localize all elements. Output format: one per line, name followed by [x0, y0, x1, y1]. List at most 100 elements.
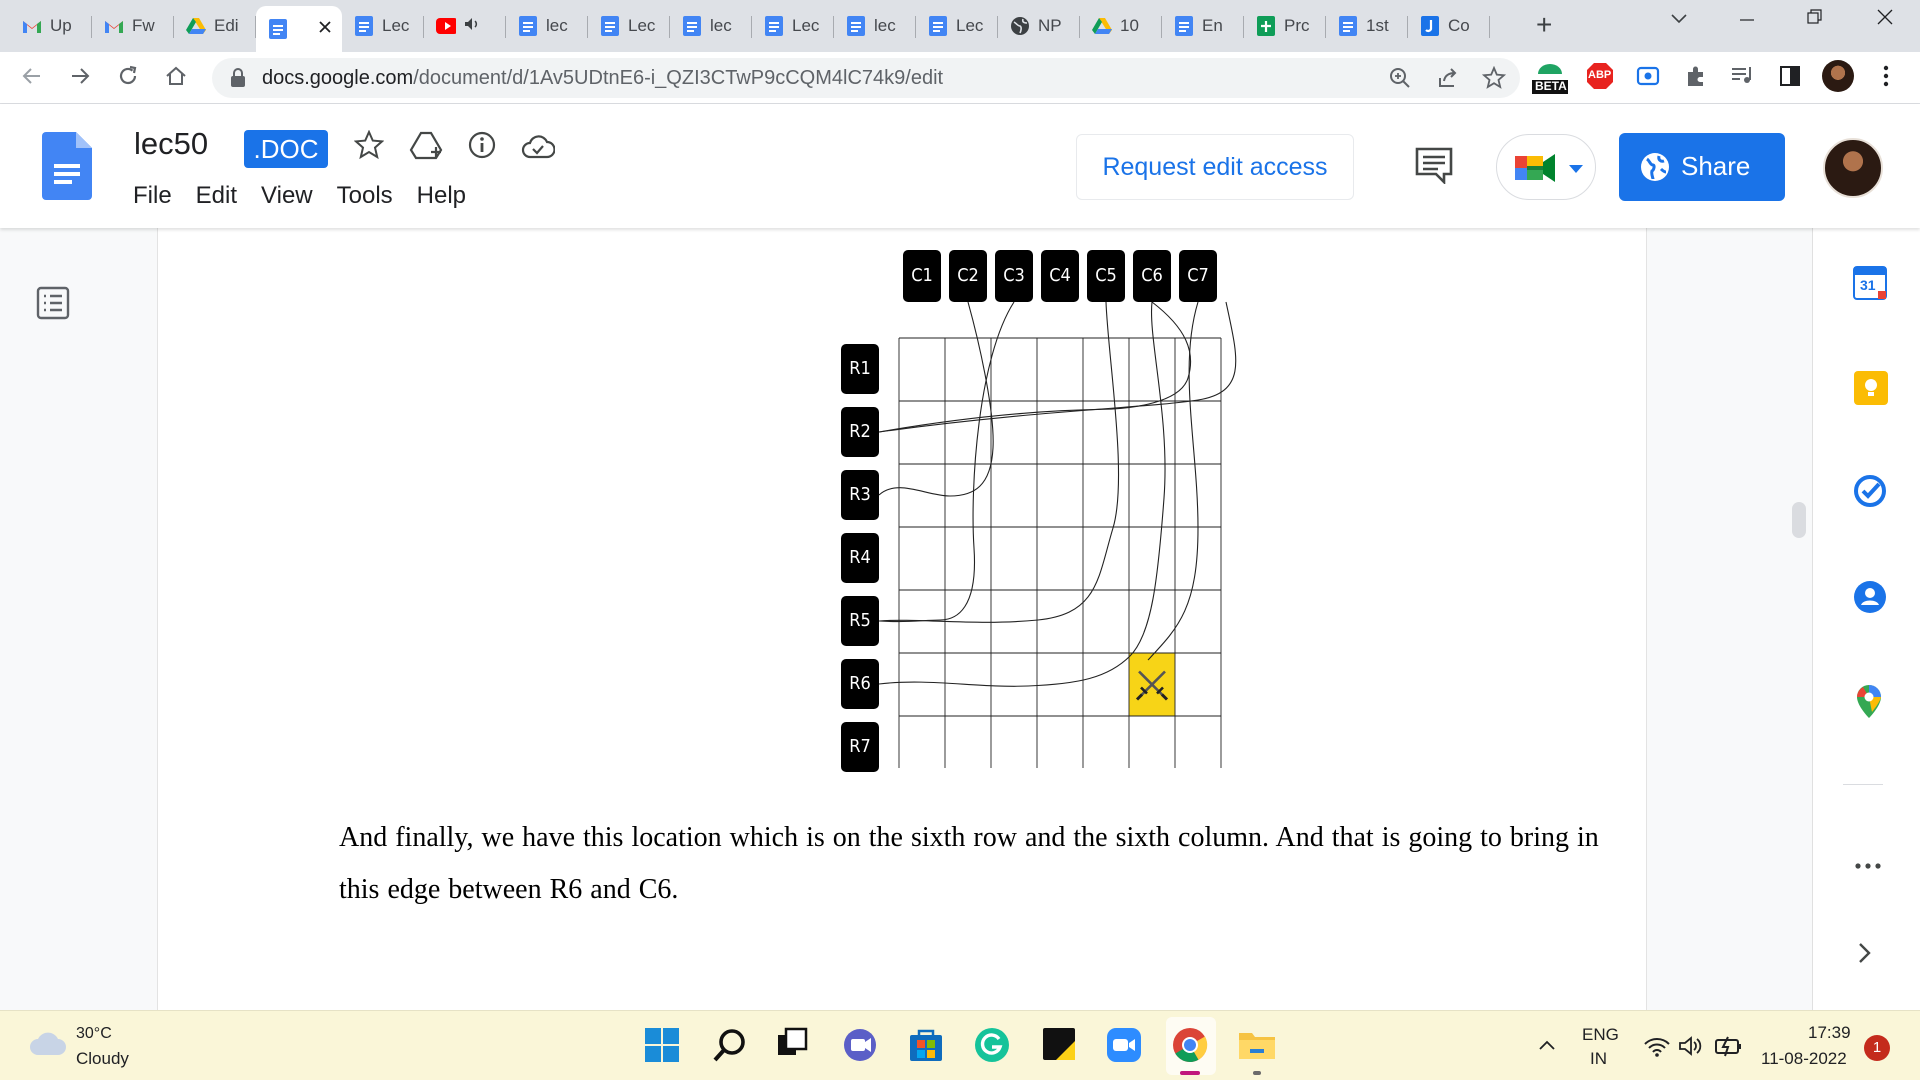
collapse-side-panel-button[interactable] — [1857, 942, 1873, 969]
info-icon[interactable] — [467, 130, 497, 160]
menu-help[interactable]: Help — [417, 182, 466, 210]
media-control-button[interactable] — [1730, 64, 1756, 93]
extension-beta[interactable]: BETA — [1530, 60, 1570, 101]
browser-tab[interactable]: Fw — [92, 6, 174, 46]
language-line-2[interactable]: IN — [1590, 1049, 1607, 1069]
star-icon[interactable] — [354, 130, 384, 160]
bookmark-star-icon[interactable] — [1482, 66, 1506, 90]
wifi-icon[interactable] — [1644, 1037, 1670, 1057]
windows-start-icon[interactable] — [644, 1027, 680, 1063]
url-text: docs.google.com/document/d/1Av5UDtnE6-i_… — [262, 67, 943, 90]
google-docs-logo-icon[interactable] — [42, 132, 92, 200]
weather-temperature[interactable]: 30°C — [76, 1025, 112, 1043]
screen-recorder-extension[interactable] — [1636, 64, 1660, 93]
reload-button[interactable] — [116, 64, 140, 94]
clock-time[interactable]: 17:39 — [1808, 1023, 1851, 1043]
document-title[interactable]: lec50 — [134, 126, 208, 162]
address-bar[interactable]: docs.google.com/document/d/1Av5UDtnE6-i_… — [212, 58, 1520, 98]
browser-tab[interactable]: 1st — [1326, 6, 1408, 46]
tab-label: Lec — [792, 16, 820, 35]
grammarly-icon[interactable] — [974, 1027, 1010, 1063]
teams-chat-icon[interactable] — [842, 1027, 878, 1063]
tab-label: lec — [710, 16, 732, 35]
browser-tab[interactable]: Co — [1408, 6, 1490, 46]
tasks-button[interactable] — [1853, 474, 1887, 513]
restore-button[interactable] — [1806, 8, 1824, 31]
browser-tab[interactable]: lec — [670, 6, 752, 46]
zoom-app-icon[interactable] — [1106, 1027, 1142, 1063]
search-icon[interactable] — [712, 1027, 748, 1063]
keep-button[interactable] — [1853, 370, 1889, 411]
browser-menu-button[interactable] — [1882, 64, 1890, 93]
tab-active[interactable] — [256, 6, 342, 52]
comments-icon[interactable] — [1414, 146, 1454, 184]
share-page-icon[interactable] — [1436, 66, 1460, 90]
language-line-1[interactable]: ENG — [1582, 1025, 1619, 1045]
sticky-notes-icon[interactable] — [1042, 1027, 1076, 1061]
browser-tab[interactable]: Up — [10, 6, 92, 46]
profile-avatar[interactable] — [1822, 60, 1854, 92]
browser-tab[interactable]: Lec — [342, 6, 424, 46]
weather-condition[interactable]: Cloudy — [76, 1049, 129, 1069]
close-tab-icon[interactable] — [318, 18, 332, 39]
minimize-button[interactable] — [1738, 8, 1756, 31]
zoom-icon[interactable] — [1388, 66, 1412, 90]
extensions-button[interactable] — [1684, 64, 1708, 93]
chrome-icon[interactable] — [1172, 1027, 1208, 1063]
clock-date[interactable]: 11-08-2022 — [1761, 1049, 1847, 1069]
menu-edit[interactable]: Edit — [196, 182, 237, 210]
notification-badge[interactable]: 1 — [1864, 1035, 1890, 1061]
browser-tab[interactable]: lec — [506, 6, 588, 46]
account-avatar[interactable] — [1823, 138, 1883, 198]
browser-tab[interactable] — [424, 6, 506, 46]
close-icon — [1877, 9, 1893, 25]
share-button[interactable]: Share — [1619, 133, 1785, 201]
calendar-button[interactable]: 31 — [1853, 266, 1887, 305]
menu-tools[interactable]: Tools — [337, 182, 393, 210]
side-panel-button[interactable] — [1778, 64, 1802, 93]
document-outline-icon[interactable] — [36, 286, 70, 320]
file-explorer-icon[interactable] — [1238, 1027, 1276, 1061]
volume-icon[interactable] — [1678, 1035, 1704, 1057]
docs-icon — [600, 16, 620, 36]
browser-tab[interactable]: Lec — [752, 6, 834, 46]
task-view-icon[interactable] — [776, 1027, 808, 1059]
browser-tab[interactable]: Prc — [1244, 6, 1326, 46]
browser-tab[interactable]: En — [1162, 6, 1244, 46]
adblock-extension[interactable]: ABP — [1586, 62, 1614, 95]
close-window-button[interactable] — [1876, 8, 1894, 31]
new-tab-button[interactable]: + — [1536, 10, 1552, 40]
browser-tab[interactable]: NP — [998, 6, 1080, 46]
docs-icon — [682, 16, 702, 36]
tab-label: lec — [874, 16, 896, 35]
chevron-up-icon[interactable] — [1538, 1039, 1556, 1051]
browser-tab[interactable]: Edi — [174, 6, 256, 46]
cloudy-weather-icon[interactable] — [28, 1031, 68, 1057]
menu-file[interactable]: File — [133, 182, 172, 210]
back-button[interactable] — [20, 64, 44, 94]
browser-tab[interactable]: Lec — [916, 6, 998, 46]
speaker-icon[interactable] — [464, 16, 480, 36]
forward-button[interactable] — [68, 64, 92, 94]
microsoft-store-icon[interactable] — [908, 1027, 944, 1063]
cloud-saved-icon[interactable] — [521, 134, 555, 160]
menu-view[interactable]: View — [261, 182, 313, 210]
browser-tab[interactable]: lec — [834, 6, 916, 46]
meet-button[interactable] — [1496, 134, 1596, 200]
lock-icon — [231, 68, 245, 87]
browser-tab[interactable]: 10 — [1080, 6, 1162, 46]
url-host: docs.google.com — [262, 67, 414, 89]
maps-button[interactable] — [1855, 684, 1883, 725]
request-edit-access-button[interactable]: Request edit access — [1076, 134, 1354, 200]
home-button[interactable] — [164, 64, 188, 94]
move-to-drive-icon[interactable] — [409, 130, 443, 160]
tab-label: Co — [1448, 16, 1470, 35]
vertical-scrollbar-thumb[interactable] — [1792, 502, 1806, 538]
tab-search-button[interactable] — [1670, 12, 1688, 28]
get-addons-button[interactable] — [1853, 858, 1883, 876]
jamboard-icon — [1420, 16, 1440, 36]
contacts-button[interactable] — [1853, 580, 1887, 619]
battery-charging-icon[interactable] — [1714, 1035, 1742, 1057]
playlist-icon — [1732, 67, 1751, 83]
browser-tab[interactable]: Lec — [588, 6, 670, 46]
